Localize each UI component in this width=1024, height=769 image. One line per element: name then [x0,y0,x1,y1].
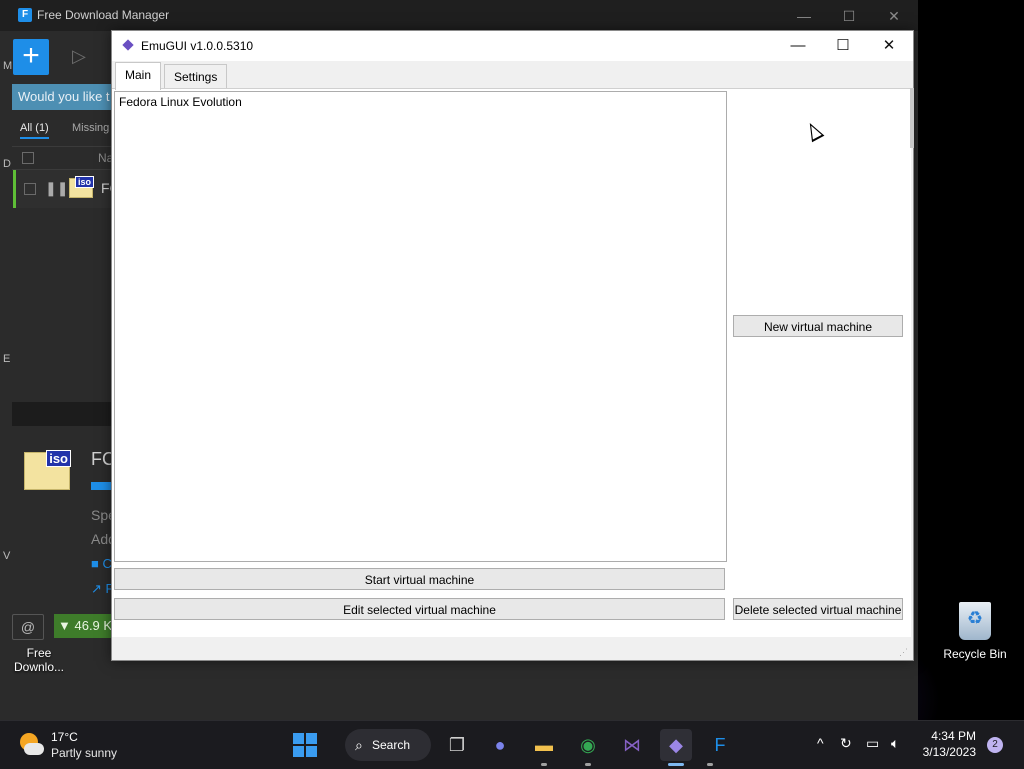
taskbar: 17°C Partly sunny ⌕ Search ❐ ● ▬ ◉ ⋈ ◆ F… [0,720,1024,769]
notification-badge[interactable]: 2 [987,737,1003,753]
minimize-button[interactable]: — [775,31,821,61]
file-explorer-icon[interactable]: ▬ [528,729,560,761]
resize-grip-icon[interactable]: ⋰ [899,647,909,657]
clock-time: 4:34 PM [931,729,976,743]
volume-icon[interactable]: 🔈︎ [891,735,899,752]
search-icon: ⌕ [355,737,363,753]
scrollbar[interactable] [910,88,914,148]
visual-studio-icon[interactable]: ⋈ [616,729,648,761]
chevron-up-icon[interactable]: ^ [817,735,824,751]
clock-date: 3/13/2023 [922,745,976,759]
pause-icon[interactable]: ❚❚ [45,180,68,197]
vm-list[interactable]: Fedora Linux Evolution [114,91,727,562]
start-square [293,733,304,744]
running-indicator [541,763,547,766]
iso-file-icon: iso [69,176,94,198]
iso-tag: iso [74,176,94,188]
new-vm-button[interactable]: New virtual machine [733,315,903,337]
fdm-left-char: V [3,550,11,562]
recycle-symbol-icon: ♻ [966,608,984,628]
fdm-titlebar[interactable]: F Free Download Manager — ☐ ✕ [0,0,918,31]
start-vm-button[interactable]: Start virtual machine [114,568,725,590]
fdm-left-char: D [3,158,11,170]
clock[interactable]: 4:34 PM 3/13/2023 [920,729,976,759]
snail-icon[interactable]: @ [12,614,44,640]
running-indicator [707,763,713,766]
fdm-tab-all[interactable]: All (1) [20,122,49,139]
running-indicator [585,763,591,766]
weather-icon[interactable] [18,733,44,757]
recycle-bin-icon[interactable]: ♻ [955,598,995,642]
fdm-detail-progress [91,482,111,490]
fdm-speed-indicator[interactable]: ▼ 46.9 K [54,614,116,638]
emugui-titlebar[interactable]: EmuGUI v1.0.0.5310 — ☐ ✕ [112,31,913,61]
search-label: Search [372,738,411,752]
active-indicator [668,763,684,766]
network-icon[interactable]: ▭ [866,735,879,752]
folder-icon-link[interactable]: ■ C [91,556,112,571]
fdm-divider [12,402,112,426]
fdm-close-button[interactable]: ✕ [884,6,904,26]
teams-chat-icon[interactable]: ● [484,729,516,761]
close-button[interactable]: ✕ [866,31,912,61]
delete-vm-button[interactable]: Delete selected virtual machine [733,598,903,620]
tab-settings[interactable]: Settings [164,64,228,89]
fdm-tab-missing[interactable]: Missing f [72,122,115,134]
weather-temp[interactable]: 17°C [51,730,78,744]
recycle-bin-label[interactable]: Recycle Bin [938,647,1012,661]
emugui-title: EmuGUI v1.0.0.5310 [141,39,254,53]
emugui-app-icon [122,39,134,51]
edit-vm-button[interactable]: Edit selected virtual machine [114,598,725,620]
start-square [306,746,317,757]
fdm-list-header: Na [12,146,113,170]
fdm-icon[interactable]: F [704,729,736,761]
emugui-icon[interactable]: ◆ [660,729,692,761]
weather-condition[interactable]: Partly sunny [51,746,117,760]
sync-icon[interactable]: ↻ [840,735,852,752]
fdm-left-char: E [3,353,11,365]
chrome-icon[interactable]: ◉ [572,729,604,761]
maximize-button[interactable]: ☐ [820,31,866,61]
fdm-shortcut-label-1: Free [26,646,52,660]
main-tab-panel: Fedora Linux Evolution New virtual machi… [112,88,911,659]
fdm-left-char: M [3,60,13,72]
vm-list-item[interactable]: Fedora Linux Evolution [119,95,242,109]
fdm-desktop-shortcut[interactable]: Free Downlo... [8,646,70,674]
tab-main[interactable]: Main [115,62,162,90]
fdm-row-checkbox[interactable] [24,183,36,195]
iso-tag: iso [46,450,71,467]
start-icon[interactable] [289,729,321,761]
fdm-shortcut-label-2: Downlo... [13,660,65,674]
fdm-add-download-button[interactable]: + [13,39,49,75]
status-bar: ⋰ [112,637,911,659]
task-view-icon[interactable]: ❐ [441,729,473,761]
fdm-maximize-button[interactable]: ☐ [839,6,859,26]
fdm-resume-icon[interactable]: ▷ [72,46,94,68]
fdm-app-icon: F [18,8,32,22]
fdm-title: Free Download Manager [37,8,170,22]
cloud-icon [24,743,44,755]
search-box[interactable]: ⌕ Search [345,729,431,761]
emugui-window[interactable]: EmuGUI v1.0.0.5310 — ☐ ✕ Main Settings F… [111,30,914,661]
start-square [306,733,317,744]
fdm-minimize-button[interactable]: — [794,6,814,26]
fdm-download-row[interactable]: ❚❚ iso FC [13,170,120,208]
iso-file-icon-large: iso [24,450,71,490]
fdm-select-all-checkbox[interactable] [22,152,34,164]
start-square [293,746,304,757]
